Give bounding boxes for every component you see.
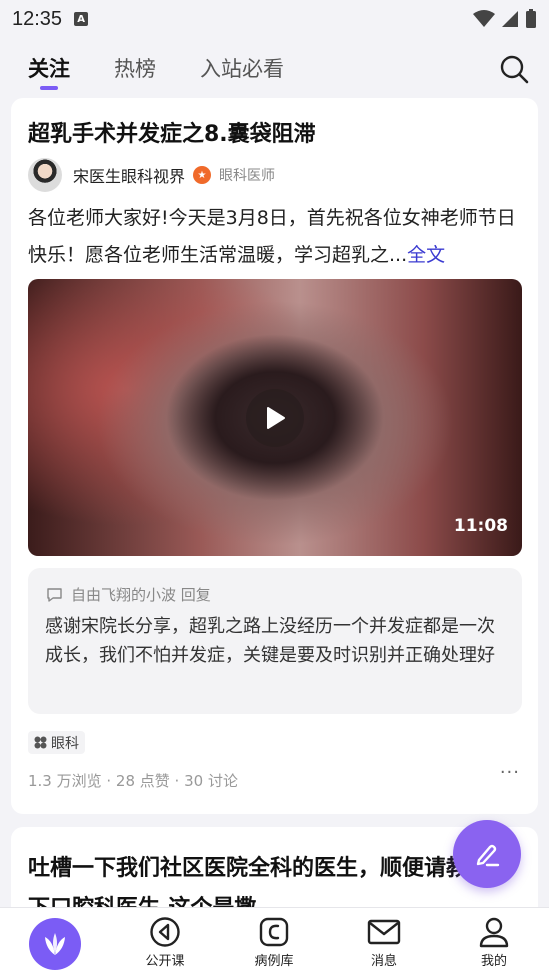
author-role: 眼科医师 — [219, 168, 276, 184]
home-button[interactable] — [29, 918, 81, 970]
play-button[interactable] — [246, 389, 304, 447]
search-icon[interactable] — [497, 52, 531, 86]
compose-button[interactable] — [453, 820, 521, 888]
post-title[interactable]: 超乳手术并发症之8.囊袋阻滞 — [28, 116, 316, 148]
nav-open-course-label: 公开课 — [145, 954, 185, 969]
read-more-link[interactable]: 全文 — [407, 244, 445, 266]
reply-preview[interactable]: 自由飞翔的小波 回复 感谢宋院长分享，超乳之路上没经历一个并发症都是一次成长，我… — [28, 568, 522, 714]
video-duration: 11:08 — [453, 516, 508, 536]
more-options-icon[interactable]: ··· — [500, 762, 520, 783]
nav-messages-label: 消息 — [370, 954, 397, 969]
reply-author: 自由飞翔的小波 回复 — [71, 586, 211, 604]
nav-profile[interactable]: 我的 — [459, 916, 529, 969]
nav-profile-label: 我的 — [480, 954, 507, 969]
verified-badge-icon: ★ — [193, 166, 212, 184]
tab-following[interactable]: 关注 — [28, 40, 70, 96]
topic-tag[interactable]: 眼科 — [28, 731, 85, 754]
topic-tag-label: 眼科 — [51, 735, 79, 752]
play-circle-icon — [150, 917, 180, 947]
bottom-nav-bar: 公开课 病例库 消息 我的 — [0, 907, 549, 977]
reply-text: 感谢宋院长分享，超乳之路上没经历一个并发症都是一次成长，我们不怕并发症，关键是要… — [45, 616, 495, 666]
post-stats: 1.3 万浏览 · 28 点赞 · 30 讨论 — [28, 772, 238, 790]
reply-header: 自由飞翔的小波 回复 — [46, 584, 211, 605]
status-time: 12:35 — [12, 7, 63, 30]
tab-trending[interactable]: 热榜 — [114, 40, 156, 96]
tab-must-read[interactable]: 入站必看 — [200, 40, 284, 96]
battery-icon — [526, 9, 536, 28]
wifi-icon — [473, 10, 495, 27]
user-icon — [479, 917, 509, 948]
status-bar: 12:35 A — [0, 0, 549, 38]
case-library-icon — [259, 917, 289, 947]
author-name[interactable]: 宋医生眼科视界 — [73, 163, 185, 187]
nav-open-course[interactable]: 公开课 — [130, 916, 200, 969]
leaf-logo-icon — [45, 933, 65, 955]
post-body[interactable]: 各位老师大家好!今天是3月8日，首先祝各位女神老师节日快乐！愿各位老师生活常温暖… — [28, 200, 523, 274]
nav-case-library[interactable]: 病例库 — [239, 916, 309, 969]
author-row[interactable]: 宋医生眼科视界 ★ 眼科医师 — [28, 158, 275, 192]
pen-icon — [476, 844, 500, 867]
post-card[interactable]: 超乳手术并发症之8.囊袋阻滞 宋医生眼科视界 ★ 眼科医师 各位老师大家好!今天… — [11, 98, 538, 814]
signal-icon — [502, 11, 518, 27]
comment-icon — [47, 587, 62, 602]
top-tab-bar: 关注 热榜 入站必看 — [0, 40, 549, 96]
video-thumbnail[interactable]: 11:08 — [28, 279, 522, 556]
avatar[interactable] — [28, 158, 62, 192]
nav-case-library-label: 病例库 — [254, 954, 294, 969]
nav-messages[interactable]: 消息 — [349, 916, 419, 969]
category-icon — [34, 736, 47, 749]
notification-icon: A — [74, 12, 89, 26]
play-icon — [267, 407, 285, 429]
mail-icon — [367, 919, 401, 945]
